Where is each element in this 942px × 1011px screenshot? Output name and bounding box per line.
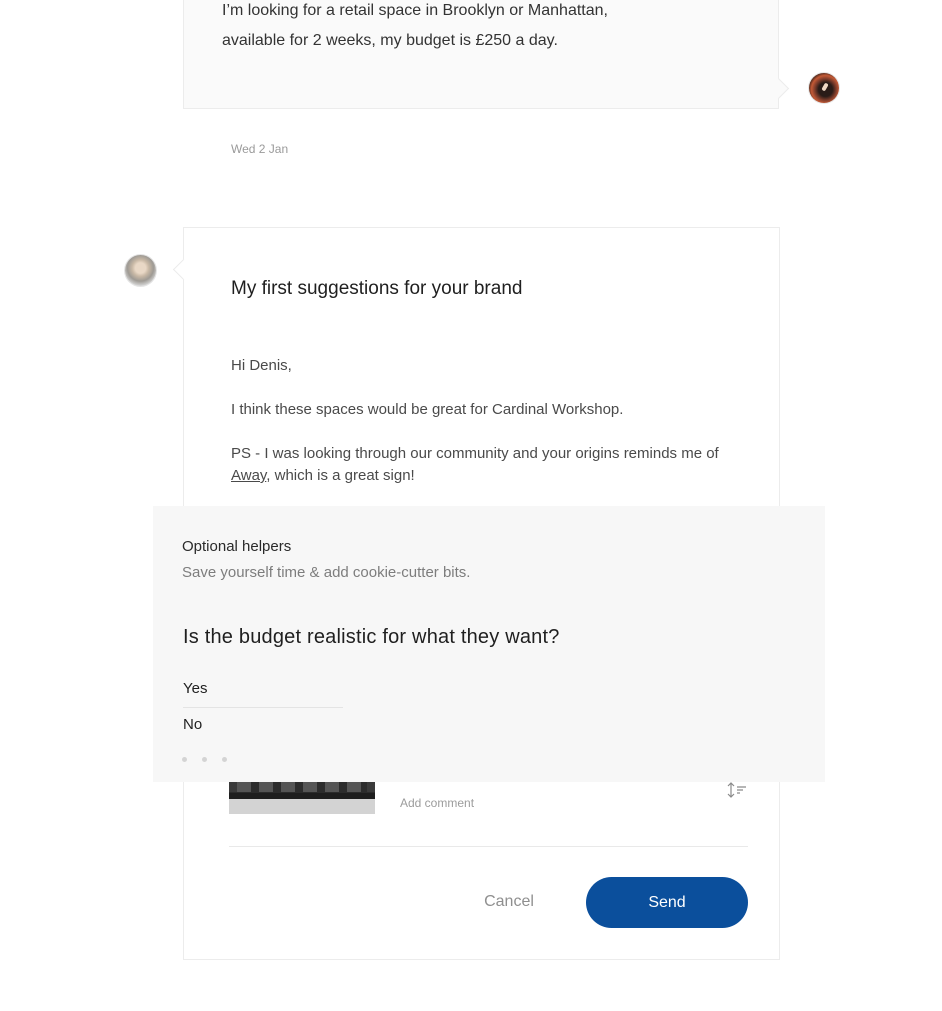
option-divider (183, 707, 343, 708)
user-message-text: I’m looking for a retail space in Brookl… (222, 0, 742, 56)
user-message-line-2: available for 2 weeks, my budget is £250… (222, 32, 558, 49)
cancel-button[interactable]: Cancel (458, 877, 560, 927)
message-date: Wed 2 Jan (231, 142, 289, 156)
helpers-subtitle: Save yourself time & add cookie-cutter b… (182, 564, 471, 581)
user-avatar-icon (809, 73, 839, 103)
option-no[interactable]: No (183, 716, 343, 733)
more-dot[interactable] (202, 757, 207, 762)
more-dot[interactable] (222, 757, 227, 762)
greeting-text: Hi Denis, (231, 357, 292, 374)
helpers-title: Optional helpers (182, 538, 292, 555)
user-message-line-1: I’m looking for a retail space in Brookl… (222, 2, 608, 19)
card-title: My first suggestions for your brand (231, 278, 523, 299)
add-comment-field[interactable]: Add comment (400, 796, 474, 810)
away-link[interactable]: Away (231, 467, 266, 484)
more-dot[interactable] (182, 757, 187, 762)
card-tail (172, 258, 195, 281)
bubble-tail (767, 77, 790, 100)
option-yes[interactable]: Yes (183, 680, 343, 697)
agent-avatar-icon (125, 255, 156, 286)
ps-text-before: PS - I was looking through our community… (231, 445, 719, 462)
resize-sort-icon[interactable] (726, 781, 748, 799)
card-divider (229, 846, 748, 847)
helper-question: Is the budget realistic for what they wa… (183, 626, 560, 648)
send-button[interactable]: Send (586, 877, 748, 928)
ps-text-after: , which is a great sign! (266, 467, 415, 484)
ps-text: PS - I was looking through our community… (231, 443, 731, 487)
body-text: I think these spaces would be great for … (231, 401, 624, 418)
